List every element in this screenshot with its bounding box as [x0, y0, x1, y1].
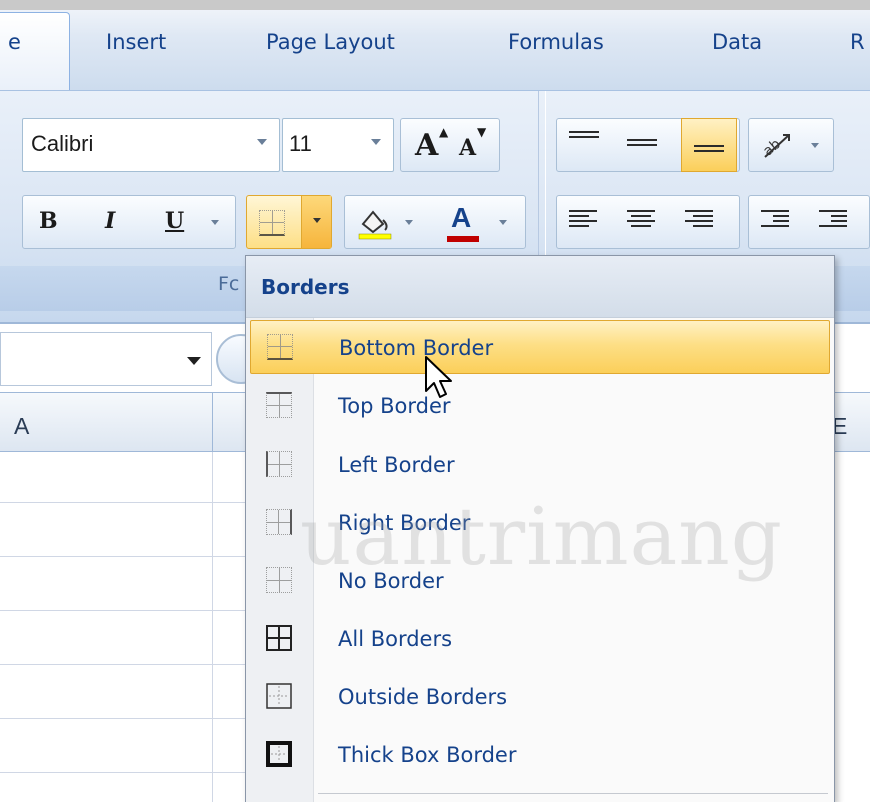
menu-item-outside-borders[interactable]: Outside Borders	[250, 670, 830, 724]
tab-page-layout[interactable]: Page Layout	[266, 30, 395, 54]
all-borders-icon	[266, 625, 292, 651]
menu-item-label: Left Border	[338, 453, 455, 477]
align-top-icon[interactable]	[569, 131, 599, 141]
tab-data[interactable]: Data	[712, 30, 762, 54]
outside-borders-icon	[266, 683, 292, 709]
font-name-value: Calibri	[31, 131, 94, 156]
menu-item-thick-box-border[interactable]: Thick Box Border	[250, 728, 830, 782]
increase-indent-icon[interactable]	[819, 210, 847, 230]
grid-row-line	[0, 664, 250, 665]
menu-item-label: Bottom Border	[339, 336, 494, 360]
font-size-dropdown-icon[interactable]	[371, 139, 381, 145]
shrink-font-button[interactable]: A	[459, 135, 476, 161]
borders-menu-title: Borders	[261, 275, 350, 299]
fill-color-icon[interactable]	[355, 206, 395, 240]
borders-button-icon	[259, 210, 285, 236]
menu-item-no-border[interactable]: No Border	[250, 554, 830, 608]
menu-item-bottom-border[interactable]: Bottom Border	[250, 320, 830, 374]
underline-button[interactable]: U	[165, 208, 184, 234]
orientation-dropdown-icon	[811, 143, 819, 148]
font-size-buttons-group: A ▲ A ▼	[400, 118, 500, 172]
menu-item-right-border[interactable]: Right Border	[250, 496, 830, 550]
grid-row-line	[0, 772, 250, 773]
left-border-icon	[266, 451, 292, 477]
bold-button[interactable]: B	[39, 208, 58, 234]
name-box-dropdown-icon[interactable]	[187, 357, 201, 365]
shrink-font-arrow-icon: ▼	[477, 125, 487, 139]
align-center-icon[interactable]	[627, 210, 655, 230]
font-size-combo[interactable]: 11	[282, 118, 394, 172]
font-group-label: Fc	[218, 273, 240, 295]
borders-dropdown-button[interactable]	[301, 196, 331, 248]
font-style-group: B I U	[22, 195, 236, 249]
underline-dropdown-icon[interactable]	[211, 220, 219, 225]
no-border-icon	[266, 567, 292, 593]
text-orientation-icon: ab	[760, 134, 790, 160]
tab-formulas[interactable]: Formulas	[508, 30, 604, 54]
font-name-dropdown-icon[interactable]	[257, 139, 267, 145]
menu-item-all-borders[interactable]: All Borders	[250, 612, 830, 666]
italic-button[interactable]: I	[105, 208, 115, 234]
borders-dropdown-menu: Borders Bottom Border Top Border Left Bo…	[245, 255, 835, 802]
borders-menu-header: Borders	[246, 256, 834, 318]
grid-row-line	[0, 610, 250, 611]
indent-group	[748, 195, 870, 249]
grow-font-arrow-icon: ▲	[439, 125, 449, 139]
orientation-button[interactable]: ab	[748, 118, 834, 172]
tab-review-partial[interactable]: R	[850, 30, 865, 54]
grid-row-line	[0, 502, 250, 503]
menu-item-label: Thick Box Border	[338, 743, 517, 767]
grid-row-line	[0, 556, 250, 557]
font-name-combo[interactable]: Calibri	[22, 118, 280, 172]
vertical-align-group	[556, 118, 740, 172]
tab-insert[interactable]: Insert	[106, 30, 166, 54]
align-right-icon[interactable]	[685, 210, 713, 230]
grid-row-line	[0, 718, 250, 719]
column-divider[interactable]	[212, 393, 213, 453]
ribbon-tab-bar: e Insert Page Layout Formulas Data R	[0, 0, 870, 92]
menu-separator	[318, 793, 828, 794]
column-header-a[interactable]: A	[14, 413, 29, 440]
thick-box-border-icon	[266, 741, 292, 767]
align-bottom-button[interactable]	[681, 118, 737, 172]
bottom-border-icon	[267, 334, 293, 360]
align-bottom-icon	[694, 145, 724, 155]
menu-item-label: No Border	[338, 569, 444, 593]
mouse-pointer-icon	[425, 356, 452, 398]
svg-text:ab: ab	[760, 136, 784, 160]
align-left-icon[interactable]	[569, 210, 597, 230]
grow-font-button[interactable]: A	[415, 128, 438, 163]
tab-home-label: e	[8, 30, 21, 54]
font-color-button[interactable]: A	[451, 202, 471, 234]
menu-item-label: Outside Borders	[338, 685, 508, 709]
font-color-dropdown-icon[interactable]	[499, 220, 507, 225]
menu-item-label: Right Border	[338, 511, 471, 535]
tab-home[interactable]: e	[0, 12, 70, 92]
top-border-icon	[266, 392, 292, 418]
fill-color-dropdown-icon[interactable]	[405, 220, 413, 225]
font-size-value: 11	[289, 131, 312, 156]
color-buttons-group: A	[344, 195, 526, 249]
name-box[interactable]	[0, 332, 212, 386]
align-middle-icon[interactable]	[627, 139, 657, 149]
decrease-indent-icon[interactable]	[761, 210, 789, 230]
borders-split-button[interactable]	[246, 195, 332, 249]
borders-dropdown-icon	[313, 218, 321, 223]
menu-item-left-border[interactable]: Left Border	[250, 438, 830, 492]
font-color-swatch	[447, 236, 479, 242]
right-border-icon	[266, 509, 292, 535]
menu-item-label: All Borders	[338, 627, 453, 651]
menu-item-top-border[interactable]: Top Border	[250, 379, 830, 433]
horizontal-align-group	[556, 195, 740, 249]
grid-column-line	[212, 452, 213, 802]
ribbon-group-divider	[538, 91, 546, 276]
